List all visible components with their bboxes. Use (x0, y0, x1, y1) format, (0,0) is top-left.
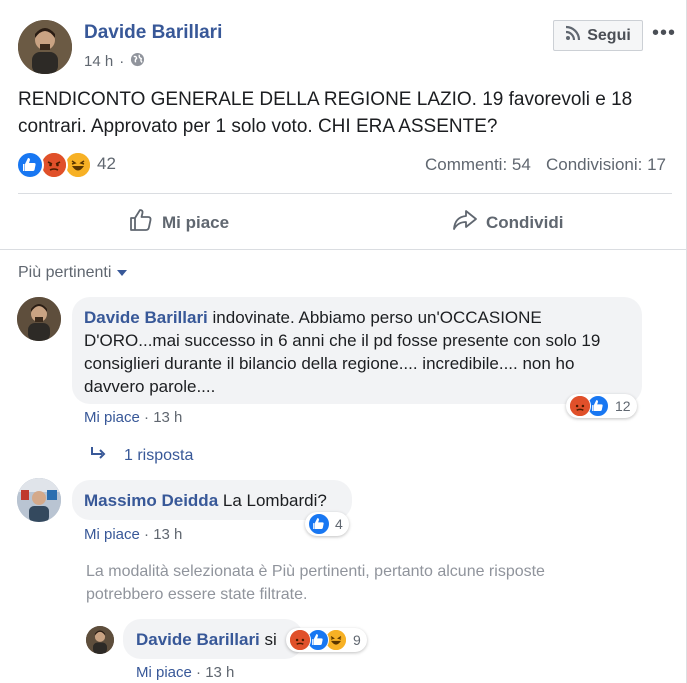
view-replies-link[interactable]: 1 risposta (90, 446, 193, 465)
comment-author-name[interactable]: Davide Barillari (84, 308, 208, 327)
comments-count[interactable]: Commenti: 54 (425, 155, 531, 175)
like-reaction-icon (308, 513, 330, 535)
share-arrow-icon (452, 207, 478, 238)
like-button[interactable]: Mi piace (128, 207, 229, 238)
reply-arrow-icon (90, 446, 106, 465)
caret-down-icon (117, 264, 128, 282)
reply-bubble: Davide Barillari si (123, 619, 303, 659)
comment-reaction-count: 12 (615, 398, 631, 414)
filter-notice: La modalità selezionata è Più pertinenti… (86, 563, 545, 603)
divider (0, 249, 686, 250)
comment-reactions-badge[interactable]: 4 (305, 512, 349, 536)
haha-reaction-icon (64, 151, 92, 179)
commenter-avatar[interactable] (17, 297, 61, 341)
thumbs-up-icon (128, 207, 154, 238)
replies-count-label: 1 risposta (124, 446, 194, 464)
comment-text: La Lombardi? (218, 491, 327, 510)
meta-separator: · (191, 664, 206, 681)
like-label: Mi piace (162, 212, 230, 232)
globe-icon (130, 52, 145, 71)
comment-reaction-count: 4 (335, 516, 343, 532)
more-options-icon[interactable]: ••• (652, 22, 676, 45)
reply-reaction-count: 9 (353, 632, 361, 648)
follow-label: Segui (587, 26, 631, 44)
comment-like-link[interactable]: Mi piace (84, 409, 140, 426)
comment-bubble: Davide Barillari indovinate. Abbiamo per… (72, 297, 642, 404)
share-label: Condividi (486, 212, 564, 232)
share-button[interactable]: Condividi (452, 207, 563, 238)
angry-reaction-icon (40, 151, 68, 179)
angry-reaction-icon (569, 395, 591, 417)
reply-author-name[interactable]: Davide Barillari (136, 630, 260, 649)
meta-separator: · (139, 409, 154, 426)
reply-time[interactable]: 13 h (205, 664, 234, 681)
reaction-count: 42 (97, 154, 116, 173)
comment-time[interactable]: 13 h (153, 526, 182, 543)
reply-text: si (259, 630, 277, 649)
angry-reaction-icon (289, 629, 311, 651)
comment-reactions-badge[interactable]: 12 (566, 394, 637, 418)
follow-button[interactable]: Segui (553, 20, 643, 51)
reply-reactions-badge[interactable]: 9 (286, 628, 367, 652)
shares-count[interactable]: Condivisioni: 17 (546, 155, 666, 175)
like-reaction-icon (16, 151, 44, 179)
post-card: Davide Barillari 14 h · Segui ••• RENDIC… (0, 0, 687, 683)
post-time[interactable]: 14 h (84, 53, 113, 70)
commenter-avatar[interactable] (17, 478, 61, 522)
comment-filter-dropdown[interactable]: Più pertinenti (18, 264, 128, 282)
meta-separator: · (119, 53, 125, 70)
comment-meta: Mi piace · 13 h (84, 409, 182, 426)
post-author-name[interactable]: Davide Barillari (84, 22, 222, 44)
comment-time[interactable]: 13 h (153, 409, 182, 426)
reactions-summary[interactable]: 42 (16, 151, 126, 179)
comment-author-name[interactable]: Massimo Deidda (84, 491, 218, 510)
comment-like-link[interactable]: Mi piace (84, 526, 140, 543)
filter-label: Più pertinenti (18, 264, 112, 281)
reply-avatar[interactable] (86, 626, 114, 654)
reply-meta: Mi piace · 13 h (136, 664, 234, 681)
comment-meta: Mi piace · 13 h (84, 526, 182, 543)
divider (18, 193, 672, 194)
reply-like-link[interactable]: Mi piace (136, 664, 192, 681)
post-meta: 14 h · (84, 52, 145, 71)
meta-separator: · (139, 526, 154, 543)
post-text: RENDICONTO GENERALE DELLA REGIONE LAZIO.… (18, 89, 633, 137)
rss-icon (565, 25, 581, 46)
author-avatar[interactable] (18, 20, 72, 74)
